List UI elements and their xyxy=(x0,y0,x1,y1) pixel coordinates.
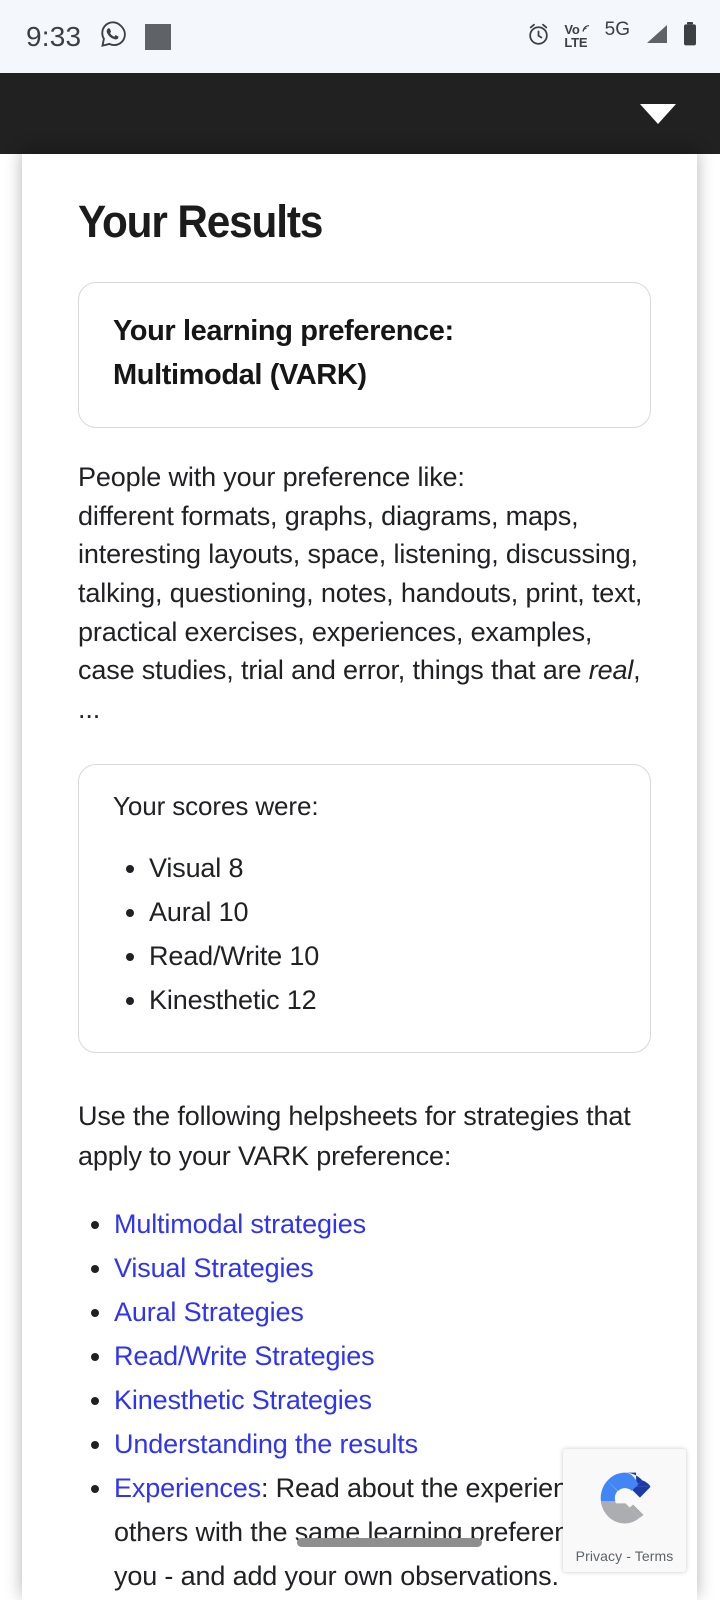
battery-icon xyxy=(682,21,698,52)
whatsapp-icon xyxy=(99,20,127,53)
scores-title: Your scores were: xyxy=(113,791,319,822)
learning-preference-box: Your learning preference: Multimodal (VA… xyxy=(78,282,651,429)
link-kinesthetic-strategies[interactable]: Kinesthetic Strategies xyxy=(114,1385,372,1415)
status-bar-right: Vo LTE 5G xyxy=(526,19,698,52)
scores-list: Visual 8 Aural 10 Read/Write 10 Kinesthe… xyxy=(113,846,620,1022)
signal-icon xyxy=(643,22,669,51)
description-emphasis: real xyxy=(588,655,634,686)
placeholder-square-icon xyxy=(145,23,172,50)
recaptcha-privacy-terms[interactable]: Privacy - Terms xyxy=(576,1548,674,1564)
description-intro: People with your preference like: xyxy=(78,462,465,493)
page-card: Your Results Your learning preference: M… xyxy=(22,154,697,1600)
description-body-1: different formats, graphs, diagrams, map… xyxy=(78,500,643,686)
link-experiences[interactable]: Experiences xyxy=(114,1473,261,1503)
list-item: Read/Write 10 xyxy=(149,934,620,978)
page-title: Your Results xyxy=(78,196,323,247)
chevron-down-icon[interactable] xyxy=(640,103,676,124)
alarm-icon xyxy=(526,22,551,52)
list-item: Aural Strategies xyxy=(114,1290,651,1334)
preference-description: People with your preference like: differe… xyxy=(78,458,651,728)
recaptcha-icon xyxy=(588,1461,662,1540)
link-understanding-the-results[interactable]: Understanding the results xyxy=(114,1429,418,1459)
page-content: Your Results Your learning preference: M… xyxy=(22,154,697,1598)
list-item: Visual Strategies xyxy=(114,1246,651,1290)
app-bar xyxy=(0,73,720,154)
list-item: Kinesthetic 12 xyxy=(149,978,620,1022)
list-item: Visual 8 xyxy=(149,846,620,890)
scores-box: Your scores were: Visual 8 Aural 10 Read… xyxy=(78,764,651,1054)
link-readwrite-strategies[interactable]: Read/Write Strategies xyxy=(114,1341,375,1371)
link-aural-strategies[interactable]: Aural Strategies xyxy=(114,1297,304,1327)
recaptcha-badge[interactable]: Privacy - Terms xyxy=(563,1449,686,1572)
helpsheets-intro: Use the following helpsheets for strateg… xyxy=(78,1101,631,1171)
list-item: Aural 10 xyxy=(149,890,620,934)
learning-preference-value: Multimodal (VARK) xyxy=(113,359,367,392)
horizontal-scrollbar[interactable] xyxy=(297,1538,482,1547)
list-item: Kinesthetic Strategies xyxy=(114,1378,651,1422)
network-type-label: 5G xyxy=(604,19,630,40)
status-bar-left: 9:33 xyxy=(26,20,172,53)
status-bar: 9:33 Vo LTE 5G xyxy=(0,0,720,73)
link-visual-strategies[interactable]: Visual Strategies xyxy=(114,1253,314,1283)
volte-icon: Vo LTE xyxy=(564,22,589,50)
list-item: Multimodal strategies xyxy=(114,1202,651,1246)
list-item: Read/Write Strategies xyxy=(114,1334,651,1378)
learning-preference-label: Your learning preference: xyxy=(113,315,454,347)
link-multimodal-strategies[interactable]: Multimodal strategies xyxy=(114,1209,366,1239)
status-clock: 9:33 xyxy=(26,20,82,52)
